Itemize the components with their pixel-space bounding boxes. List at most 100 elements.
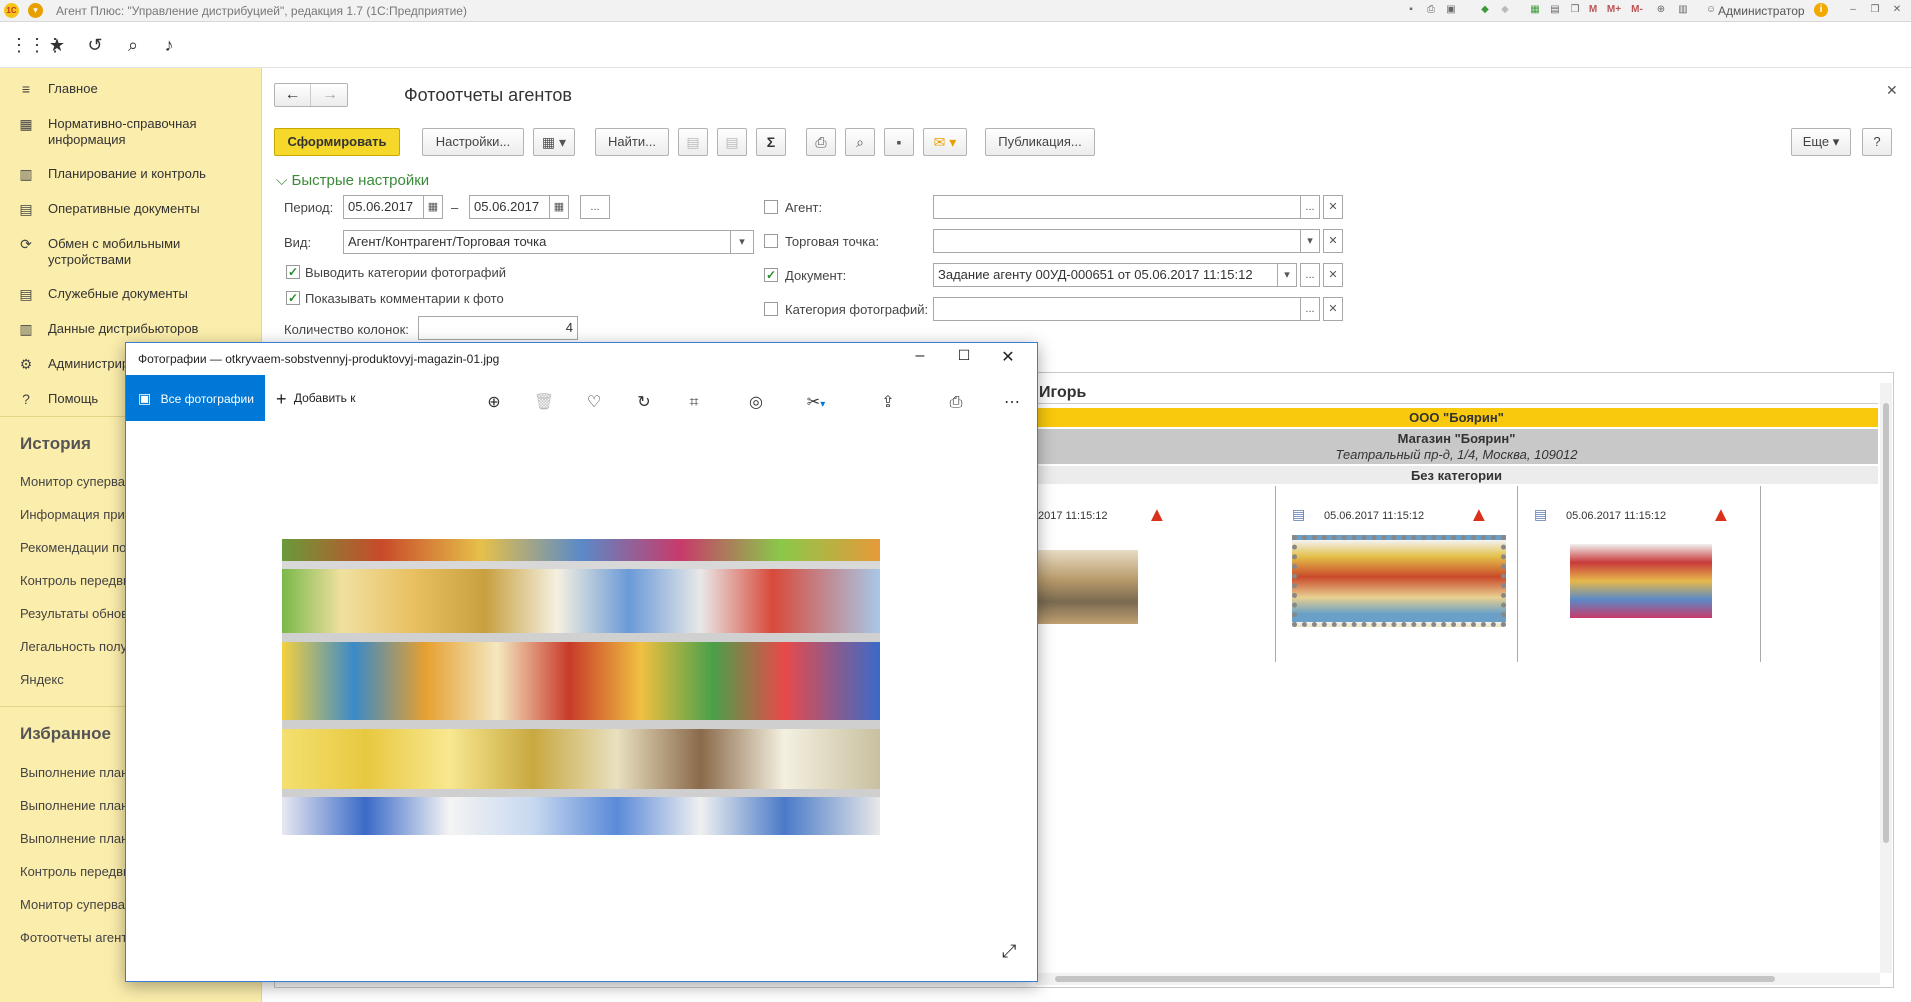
comments-checkbox[interactable]: ✓ — [286, 291, 300, 305]
zoom-icon[interactable]: ⊕ — [1654, 3, 1668, 17]
form-close-icon[interactable]: ✕ — [1886, 82, 1898, 99]
point-checkbox[interactable] — [764, 234, 778, 248]
category-checkbox[interactable] — [764, 302, 778, 316]
print-icon[interactable]: ⎙ — [944, 391, 968, 415]
vertical-scrollbar[interactable] — [1880, 383, 1892, 973]
collapse-groups-icon[interactable]: ▤ — [717, 128, 747, 156]
chevron-down-icon[interactable]: ▾ — [1277, 263, 1297, 287]
document-checkbox[interactable]: ✓ — [764, 268, 778, 282]
history-item[interactable]: Информация при — [20, 507, 125, 522]
find-button[interactable]: Найти... — [595, 128, 669, 156]
calendar-icon[interactable]: ▦ — [549, 195, 569, 219]
photo-thumbnail-selected[interactable] — [1292, 535, 1506, 627]
categories-checkbox[interactable]: ✓ — [286, 265, 300, 279]
agent-field[interactable] — [933, 195, 1303, 219]
agent-clear-icon[interactable]: ✕ — [1323, 195, 1343, 219]
category-select-button[interactable]: ... — [1300, 297, 1320, 321]
period-select-button[interactable]: ... — [580, 195, 610, 219]
more-options-icon[interactable]: ⋯ — [1000, 391, 1024, 415]
link-icon[interactable]: ◆ — [1498, 3, 1512, 17]
app-menu-icon[interactable]: ▾ — [28, 3, 43, 18]
all-photos-button[interactable]: ▣ Все фотографии — [126, 375, 265, 421]
category-clear-icon[interactable]: ✕ — [1323, 297, 1343, 321]
chevron-down-icon[interactable]: ▾ — [1300, 229, 1320, 253]
warning-icon[interactable]: ▲ — [1711, 504, 1731, 527]
calendar-icon[interactable]: ▦ — [423, 195, 443, 219]
generate-button[interactable]: Сформировать — [274, 128, 400, 156]
document-icon[interactable]: ▤ — [1534, 506, 1547, 523]
favorites-star-icon[interactable]: ★ — [46, 34, 68, 56]
history-item[interactable]: Легальность полу — [20, 639, 127, 654]
fullscreen-icon[interactable]: ⤢ — [1002, 941, 1016, 962]
category-field[interactable] — [933, 297, 1303, 321]
search-icon[interactable]: ⌕ — [122, 34, 144, 56]
favorite-item[interactable]: Выполнение план — [20, 765, 128, 780]
favorite-item[interactable]: Фотоотчеты агентов — [20, 930, 141, 945]
memory-mplus-icon[interactable]: M+ — [1604, 3, 1624, 17]
calculator-icon[interactable]: ▦ — [1528, 3, 1542, 17]
preview-icon[interactable]: ▣ — [1444, 3, 1458, 17]
print-icon[interactable]: ⎙ — [1424, 3, 1438, 17]
calendar-icon[interactable]: ▤ — [1548, 3, 1562, 17]
user-name[interactable]: Администратор — [1718, 4, 1805, 18]
document-icon[interactable]: ▤ — [1292, 506, 1305, 523]
history-icon[interactable]: ↺ — [84, 34, 106, 56]
history-item[interactable]: Яндекс — [20, 672, 64, 687]
restore-icon[interactable]: ❐ — [1868, 3, 1882, 17]
save-icon[interactable]: ▪ — [1404, 3, 1418, 17]
warning-icon[interactable]: ▲ — [1469, 504, 1489, 527]
zoom-icon[interactable]: ⊕ — [482, 391, 506, 415]
horizontal-scrollbar[interactable] — [1035, 973, 1880, 985]
history-item[interactable]: Рекомендации по — [20, 540, 126, 555]
warning-icon[interactable]: ▲ — [1147, 504, 1167, 527]
info-icon[interactable]: i — [1814, 3, 1828, 17]
enhance-icon[interactable]: ◎ — [744, 391, 768, 415]
attach-icon[interactable]: ◆ — [1478, 3, 1492, 17]
agent-select-button[interactable]: ... — [1300, 195, 1320, 219]
back-arrow-icon[interactable]: ← — [275, 84, 311, 106]
sum-icon[interactable]: Σ — [756, 128, 786, 156]
edit-icon[interactable]: ✂▾ — [798, 391, 834, 415]
close-icon[interactable]: ✕ — [1890, 3, 1904, 17]
forward-arrow-icon[interactable]: → — [312, 84, 348, 106]
help-button[interactable]: ? — [1862, 128, 1892, 156]
view-select[interactable]: Агент/Контрагент/Торговая точка — [343, 230, 733, 254]
point-clear-icon[interactable]: ✕ — [1323, 229, 1343, 253]
minimize-icon[interactable]: – — [1846, 3, 1860, 17]
favorite-item[interactable]: Выполнение план — [20, 831, 128, 846]
period-from-field[interactable]: 05.06.2017 — [343, 195, 427, 219]
preview-icon[interactable]: ⌕ — [845, 128, 875, 156]
point-field[interactable] — [933, 229, 1303, 253]
maximize-icon[interactable]: ☐ — [952, 347, 976, 364]
agent-checkbox[interactable] — [764, 200, 778, 214]
close-icon[interactable]: ✕ — [996, 347, 1020, 367]
crop-icon[interactable]: ⌗ — [682, 391, 706, 415]
panels-icon[interactable]: ▥ — [1676, 3, 1690, 17]
photo-thumbnail[interactable] — [1038, 550, 1138, 624]
copy-icon[interactable]: ❐ — [1568, 3, 1582, 17]
minimize-icon[interactable]: – — [908, 347, 932, 365]
settings-button[interactable]: Настройки... — [422, 128, 524, 156]
columns-field[interactable]: 4 — [418, 316, 578, 340]
quick-settings-toggle[interactable]: ⌵ Быстрые настройки — [276, 172, 429, 189]
document-clear-icon[interactable]: ✕ — [1323, 263, 1343, 287]
expand-groups-icon[interactable]: ▤ — [678, 128, 708, 156]
add-to-button[interactable]: + Добавить к — [276, 375, 355, 421]
apps-grid-icon[interactable]: ⋮⋮⋮ — [10, 34, 64, 56]
memory-m-icon[interactable]: M — [1586, 3, 1600, 17]
period-to-field[interactable]: 05.06.2017 — [469, 195, 553, 219]
rotate-icon[interactable]: ↻ — [632, 391, 656, 415]
save-icon[interactable]: ▪ — [884, 128, 914, 156]
publish-button[interactable]: Публикация... — [985, 128, 1095, 156]
send-email-icon[interactable]: ✉ ▾ — [923, 128, 967, 156]
displayed-photo[interactable] — [282, 539, 880, 835]
memory-mminus-icon[interactable]: M- — [1628, 3, 1646, 17]
document-field[interactable]: Задание агенту 00УД-000651 от 05.06.2017… — [933, 263, 1278, 287]
document-select-button[interactable]: ... — [1300, 263, 1320, 287]
variant-select-icon[interactable]: ▦ ▾ — [533, 128, 575, 156]
chevron-down-icon[interactable]: ▾ — [730, 230, 754, 254]
share-icon[interactable]: ⇪ — [876, 391, 900, 415]
heart-icon[interactable]: ♡ — [582, 391, 606, 415]
favorite-item[interactable]: Выполнение план — [20, 798, 128, 813]
print-icon[interactable]: ⎙ — [806, 128, 836, 156]
